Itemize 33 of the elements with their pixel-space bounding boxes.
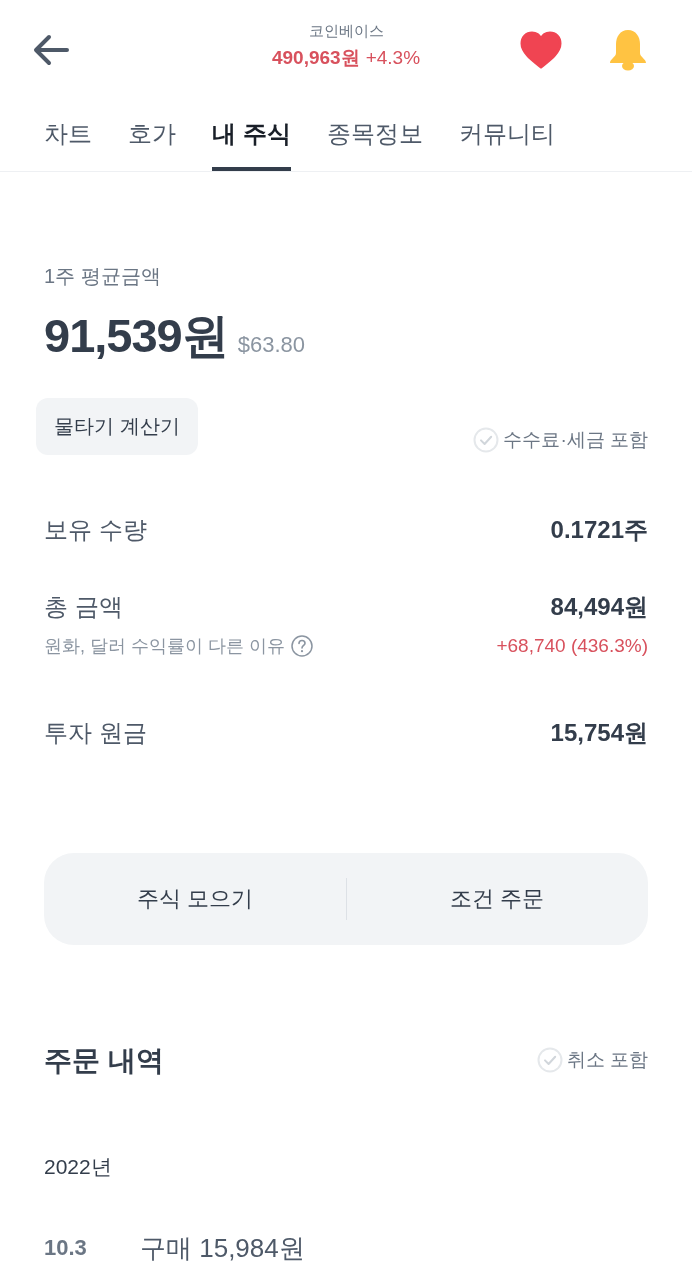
holding-value: 15,754원	[550, 718, 648, 748]
cancel-option-label[interactable]: 취소 포함	[566, 1047, 648, 1073]
calculator-button[interactable]: 물타기 계산기	[36, 398, 198, 455]
average-price-krw: 91,539원	[44, 308, 228, 364]
action-button[interactable]: 주식 모으기	[44, 853, 346, 945]
holding-label: 보유 수량	[44, 515, 147, 545]
profit-value: +68,740 (436.3%)	[496, 635, 648, 657]
section-title: 주문 내역	[44, 1044, 164, 1078]
check-circle-icon[interactable]	[536, 1047, 563, 1073]
holding-value: 84,494원	[550, 592, 648, 622]
back-arrow-icon[interactable]	[32, 33, 70, 67]
order-description: 구매 15,984원	[140, 1231, 305, 1265]
fee-option-label[interactable]: 수수료·세금 포함	[503, 427, 648, 453]
stock-price: 490,963원	[271, 46, 360, 70]
stock-name: 코인베이스	[308, 21, 384, 41]
tab[interactable]: 차트	[44, 100, 92, 171]
price-change: +4.3%	[365, 46, 421, 70]
bell-icon[interactable]	[608, 29, 648, 71]
holding-value: 0.1721주	[550, 515, 648, 545]
year-label: 2022년	[44, 1154, 113, 1180]
tab[interactable]: 커뮤니티	[458, 100, 555, 171]
average-price-label: 1주 평균금액	[44, 264, 162, 289]
help-icon[interactable]	[291, 635, 313, 657]
average-price-usd: $63.80	[237, 332, 306, 358]
tab[interactable]: 호가	[128, 100, 176, 171]
action-button[interactable]: 조건 주문	[346, 853, 648, 945]
tab[interactable]: 내 주식	[212, 100, 291, 171]
check-circle-icon[interactable]	[473, 427, 500, 453]
order-date: 10.3	[44, 1235, 88, 1261]
holding-label: 투자 원금	[44, 718, 147, 748]
holding-label: 총 금액	[44, 592, 123, 622]
tab[interactable]: 종목정보	[326, 100, 423, 171]
heart-icon[interactable]	[520, 31, 562, 69]
